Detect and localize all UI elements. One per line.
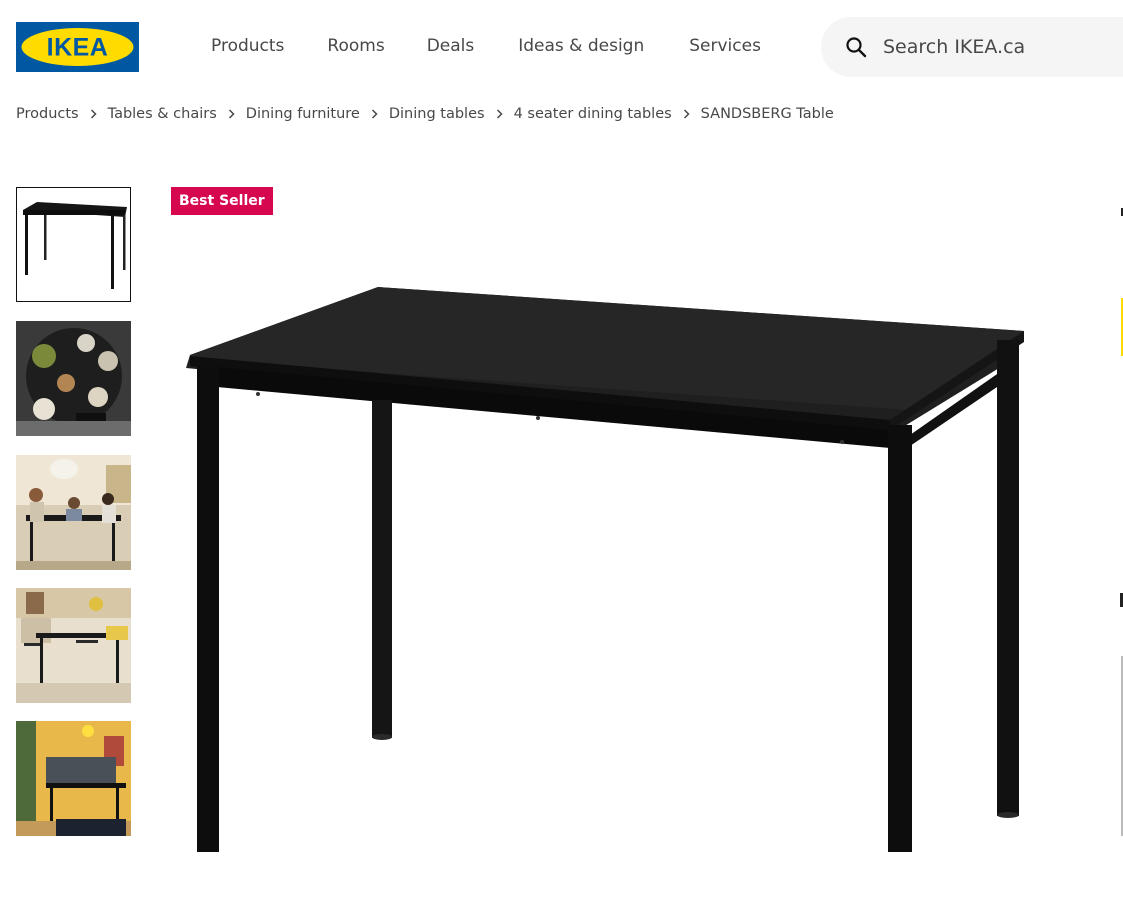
breadcrumb-current: SANDSBERG Table [700, 106, 834, 122]
nav-ideas-design[interactable]: Ideas & design [518, 36, 644, 56]
search-input[interactable] [881, 35, 1123, 59]
chevron-right-icon [683, 109, 690, 119]
nav-deals[interactable]: Deals [427, 36, 475, 56]
logo-text: IKEA [47, 34, 109, 62]
search-bar[interactable] [821, 17, 1123, 77]
chevron-right-icon [496, 109, 503, 119]
thumbnail-3[interactable] [16, 455, 131, 570]
chevron-right-icon [371, 109, 378, 119]
breadcrumb: Products Tables & chairs Dining furnitur… [16, 106, 834, 122]
breadcrumb-products[interactable]: Products [16, 106, 79, 122]
breadcrumb-4-seater[interactable]: 4 seater dining tables [514, 106, 672, 122]
search-icon[interactable] [845, 36, 867, 58]
dining-overhead-thumbnail-image [16, 321, 131, 436]
black-table-image [170, 260, 1050, 852]
yellow-wall-dining-thumbnail-image [16, 721, 131, 836]
thumbnail-5[interactable] [16, 721, 131, 836]
breadcrumb-tables-chairs[interactable]: Tables & chairs [108, 106, 217, 122]
main-nav: Products Rooms Deals Ideas & design Serv… [211, 36, 761, 56]
table-thumbnail-image [17, 188, 130, 301]
nav-services[interactable]: Services [689, 36, 761, 56]
best-seller-badge: Best Seller [171, 187, 273, 215]
chevron-right-icon [90, 109, 97, 119]
nav-products[interactable]: Products [211, 36, 284, 56]
breadcrumb-dining-furniture[interactable]: Dining furniture [246, 106, 360, 122]
main-product-image[interactable] [170, 260, 1050, 852]
family-dining-thumbnail-image [16, 455, 131, 570]
living-dining-thumbnail-image [16, 588, 131, 703]
breadcrumb-dining-tables[interactable]: Dining tables [389, 106, 485, 122]
chevron-right-icon [228, 109, 235, 119]
thumbnail-4[interactable] [16, 588, 131, 703]
thumbnail-1[interactable] [16, 187, 131, 302]
ikea-logo[interactable]: IKEA [16, 22, 139, 72]
nav-rooms[interactable]: Rooms [327, 36, 384, 56]
thumbnail-2[interactable] [16, 321, 131, 436]
